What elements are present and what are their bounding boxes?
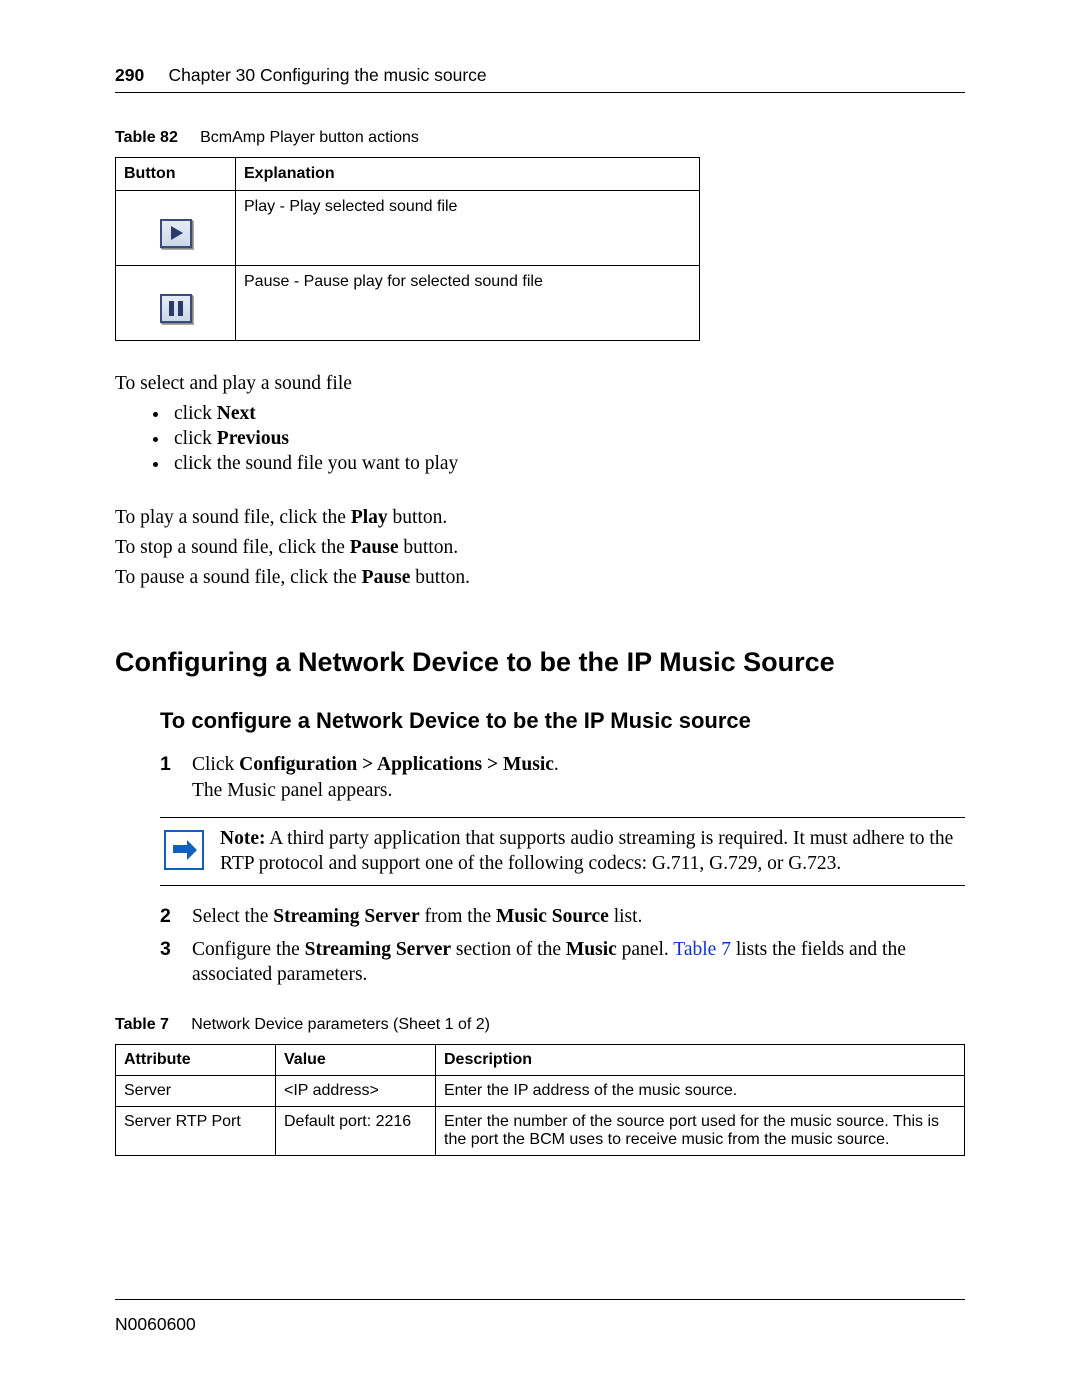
step-3: Configure the Streaming Server section o… — [160, 937, 965, 988]
table7-header-value: Value — [276, 1044, 436, 1075]
table-row: Server <IP address> Enter the IP address… — [116, 1075, 965, 1106]
table82-header-explanation: Explanation — [236, 158, 700, 191]
page-number: 290 — [115, 65, 144, 85]
chapter-title: Chapter 30 Configuring the music source — [169, 65, 487, 85]
table7-link[interactable]: Table 7 — [673, 939, 731, 960]
play-icon — [160, 219, 192, 248]
note-box: Note: A third party application that sup… — [160, 817, 965, 886]
table7-header-attribute: Attribute — [116, 1044, 276, 1075]
paragraph: To stop a sound file, click the Pause bu… — [115, 537, 965, 559]
steps-list: Click Configuration > Applications > Mus… — [160, 752, 965, 803]
table82-header-button: Button — [116, 158, 236, 191]
table82-row0-explanation: Play - Play selected sound file — [236, 191, 700, 266]
intro-text: To select and play a sound file — [115, 371, 965, 397]
paragraph: To play a sound file, click the Play but… — [115, 507, 965, 529]
table7-title: Network Device parameters (Sheet 1 of 2) — [191, 1016, 490, 1033]
step-1: Click Configuration > Applications > Mus… — [160, 752, 965, 803]
list-item: click Previous — [170, 428, 965, 450]
table-row: Play - Play selected sound file — [116, 191, 700, 266]
table-row: Server RTP Port Default port: 2216 Enter… — [116, 1106, 965, 1155]
step-2: Select the Streaming Server from the Mus… — [160, 904, 965, 929]
subsection-heading: To configure a Network Device to be the … — [160, 708, 965, 734]
table7-caption: Table 7 Network Device parameters (Sheet… — [115, 1016, 965, 1034]
table-row: Pause - Pause play for selected sound fi… — [116, 266, 700, 341]
table82-label: Table 82 — [115, 129, 178, 146]
paragraph: To pause a sound file, click the Pause b… — [115, 567, 965, 589]
page-header: 290 Chapter 30 Configuring the music sou… — [115, 65, 965, 93]
arrow-right-icon — [164, 830, 204, 870]
table7-header-description: Description — [436, 1044, 965, 1075]
pause-icon — [160, 294, 192, 323]
table7: Attribute Value Description Server <IP a… — [115, 1044, 965, 1156]
section-heading: Configuring a Network Device to be the I… — [115, 647, 965, 678]
table7-label: Table 7 — [115, 1016, 169, 1033]
table82-caption: Table 82 BcmAmp Player button actions — [115, 129, 965, 147]
footer-docid: N0060600 — [115, 1299, 965, 1335]
note-text: Note: A third party application that sup… — [220, 826, 965, 877]
bullet-list: click Next click Previous click the soun… — [115, 403, 965, 475]
table82: Button Explanation Play - Play selected … — [115, 157, 700, 341]
list-item: click Next — [170, 403, 965, 425]
steps-list-cont: Select the Streaming Server from the Mus… — [160, 904, 965, 988]
table82-row1-explanation: Pause - Pause play for selected sound fi… — [236, 266, 700, 341]
table82-title: BcmAmp Player button actions — [200, 129, 419, 146]
list-item: click the sound file you want to play — [170, 453, 965, 475]
